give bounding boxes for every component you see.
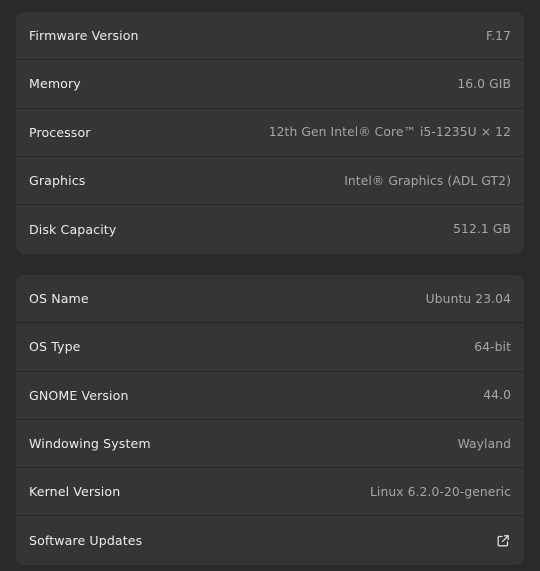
os-type-label: OS Type — [29, 339, 81, 355]
os-name-value: Ubuntu 23.04 — [425, 291, 511, 306]
os-type-value: 64-bit — [474, 339, 511, 354]
kernel-version-row: Kernel Version Linux 6.2.0-20-generic — [16, 468, 524, 517]
graphics-label: Graphics — [29, 173, 86, 189]
windowing-system-value: Wayland — [457, 436, 511, 451]
processor-label: Processor — [29, 124, 91, 140]
software-info-group: OS Name Ubuntu 23.04 OS Type 64-bit GNOM… — [16, 275, 524, 565]
software-updates-label: Software Updates — [29, 533, 143, 549]
gnome-version-label: GNOME Version — [29, 387, 129, 403]
os-name-row: OS Name Ubuntu 23.04 — [16, 275, 524, 324]
disk-capacity-row: Disk Capacity 512.1 GB — [16, 205, 524, 253]
processor-row: Processor 12th Gen Intel® Core™ i5-1235U… — [16, 109, 524, 157]
os-type-row: OS Type 64-bit — [16, 323, 524, 372]
windowing-system-row: Windowing System Wayland — [16, 420, 524, 469]
kernel-version-value: Linux 6.2.0-20-generic — [369, 484, 511, 499]
graphics-row: Graphics Intel® Graphics (ADL GT2) — [16, 157, 524, 206]
graphics-value: Intel® Graphics (ADL GT2) — [344, 173, 511, 188]
about-page: Firmware Version F.17 Memory 16.0 GIB Pr… — [0, 0, 540, 571]
memory-value: 16.0 GIB — [457, 76, 511, 91]
gnome-version-value: 44.0 — [483, 388, 511, 403]
gnome-version-row: GNOME Version 44.0 — [16, 372, 524, 420]
software-updates-button[interactable]: Software Updates — [16, 516, 524, 564]
firmware-version-value: F.17 — [485, 28, 511, 43]
processor-value: 12th Gen Intel® Core™ i5-1235U × 12 — [268, 125, 511, 140]
disk-capacity-value: 512.1 GB — [453, 222, 511, 237]
firmware-version-row: Firmware Version F.17 — [16, 12, 524, 61]
kernel-version-label: Kernel Version — [29, 484, 121, 500]
windowing-system-label: Windowing System — [29, 436, 151, 452]
external-link-icon — [495, 533, 511, 549]
hardware-info-group: Firmware Version F.17 Memory 16.0 GIB Pr… — [16, 12, 524, 254]
memory-row: Memory 16.0 GIB — [16, 60, 524, 109]
firmware-version-label: Firmware Version — [29, 28, 139, 44]
os-name-label: OS Name — [29, 291, 89, 307]
memory-label: Memory — [29, 76, 81, 92]
disk-capacity-label: Disk Capacity — [29, 221, 117, 237]
